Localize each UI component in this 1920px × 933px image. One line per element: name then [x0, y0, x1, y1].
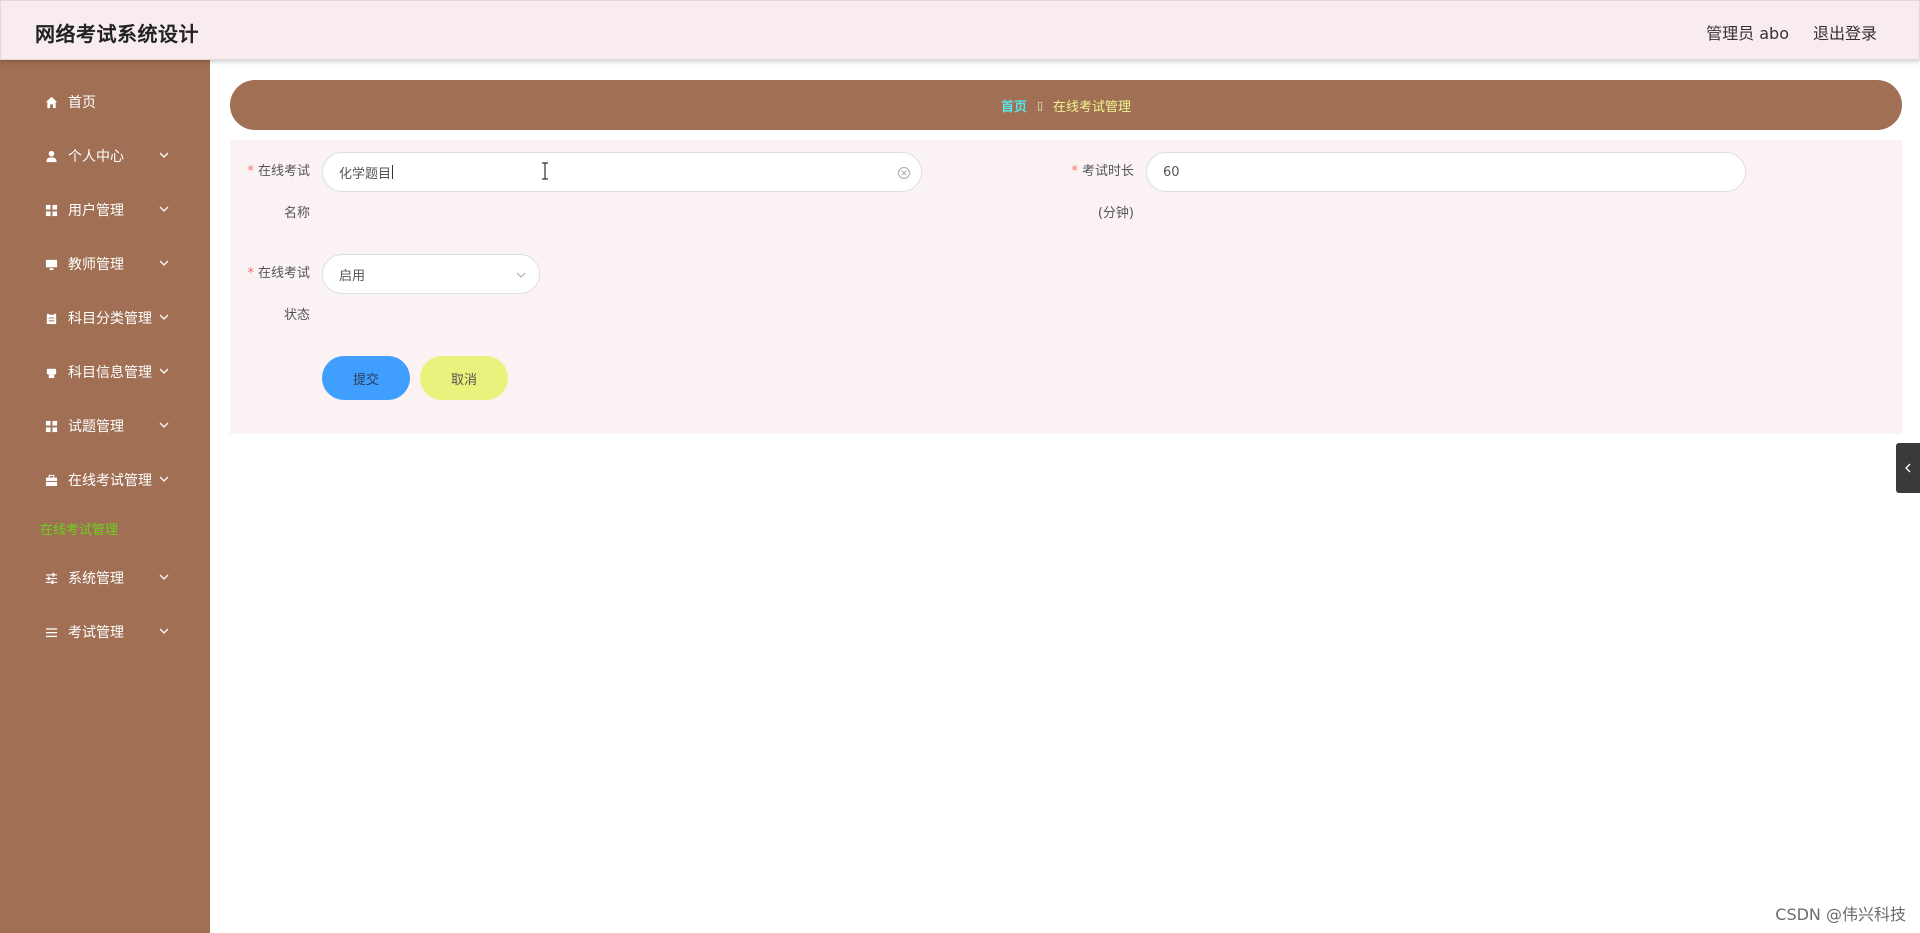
clipboard-icon: [44, 311, 58, 325]
printer-icon: [44, 365, 58, 379]
sidebar-item-personal[interactable]: 个人中心: [0, 136, 210, 176]
chevron-left-icon: [1905, 463, 1911, 473]
chevron-down-icon: [159, 368, 169, 374]
exam-name-value: 化学题目: [339, 166, 392, 182]
submenu-item-online-exam-manage[interactable]: 在线考试管理: [40, 516, 118, 540]
current-user-label: 管理员 abo: [1706, 24, 1789, 43]
sidebar-item-label: 科目分类管理: [68, 311, 152, 327]
sidebar-item-subject-category[interactable]: 科目分类管理: [0, 298, 210, 338]
exam-name-label-cont: 名称: [283, 206, 310, 221]
sidebar-item-teachers[interactable]: 教师管理: [0, 244, 210, 284]
breadcrumb-separator: ▯: [1036, 98, 1044, 112]
watermark: CSDN @伟兴科技: [1775, 905, 1906, 924]
required-mark: *: [247, 164, 254, 179]
collapse-panel-button[interactable]: [1896, 443, 1920, 493]
exam-form: * 在线考试 名称 化学题目 * 考试时长 (分钟) 60 * 在线考试 状态 启用 …: [230, 140, 1902, 434]
monitor-icon: [44, 257, 58, 271]
exam-duration-label: * 考试时长: [1054, 152, 1134, 192]
breadcrumb-home-link[interactable]: 首页: [1001, 96, 1027, 115]
text-caret: [392, 165, 394, 179]
sidebar-item-label: 首页: [68, 95, 96, 111]
breadcrumb-current: 在线考试管理: [1053, 99, 1132, 115]
sidebar-item-label: 科目信息管理: [68, 365, 152, 381]
chevron-down-icon: [159, 260, 169, 266]
user-area: 管理员 abo 退出登录: [1706, 20, 1877, 44]
exam-status-select[interactable]: 启用: [322, 254, 540, 294]
chevron-down-icon: [516, 272, 526, 278]
list-icon: [44, 625, 58, 639]
home-icon: [44, 95, 58, 109]
exam-duration-label-text: 考试时长: [1081, 164, 1134, 179]
submit-button[interactable]: 提交: [322, 356, 410, 400]
grid-icon: [44, 203, 58, 217]
sidebar-item-online-exam[interactable]: 在线考试管理: [0, 460, 210, 500]
exam-status-label: * 在线考试: [230, 254, 310, 294]
chevron-down-icon: [159, 574, 169, 580]
sidebar: 首页 个人中心 用户管理 教师管理 科目分类管理 科目信息管理 试题管理 在线考…: [0, 60, 210, 933]
sidebar-item-system[interactable]: 系统管理: [0, 558, 210, 598]
chevron-down-icon: [159, 476, 169, 482]
exam-name-input[interactable]: 化学题目: [322, 152, 922, 192]
exam-status-label-text: 在线考试: [257, 266, 310, 281]
exam-name-label-text: 在线考试: [257, 164, 310, 179]
chevron-down-icon: [159, 628, 169, 634]
sidebar-item-exams[interactable]: 考试管理: [0, 612, 210, 652]
exam-duration-value: 60: [1163, 164, 1180, 180]
sidebar-item-label: 用户管理: [68, 203, 124, 219]
sidebar-item-label: 试题管理: [68, 419, 124, 435]
app-title: 网络考试系统设计: [35, 22, 199, 46]
chevron-down-icon: [159, 422, 169, 428]
sidebar-item-users[interactable]: 用户管理: [0, 190, 210, 230]
cancel-button[interactable]: 取消: [420, 356, 508, 400]
breadcrumb: 首页 ▯ 在线考试管理: [230, 80, 1902, 130]
grid-icon: [44, 419, 58, 433]
exam-duration-label-cont: (分钟): [1097, 206, 1134, 221]
sidebar-item-questions[interactable]: 试题管理: [0, 406, 210, 446]
sliders-icon: [44, 571, 58, 585]
chevron-down-icon: [159, 314, 169, 320]
sidebar-item-label: 系统管理: [68, 571, 124, 587]
top-header: 网络考试系统设计 管理员 abo 退出登录: [0, 0, 1920, 60]
exam-status-label-cont: 状态: [283, 308, 310, 323]
chevron-down-icon: [159, 206, 169, 212]
exam-name-label: * 在线考试: [230, 152, 310, 192]
briefcase-icon: [44, 473, 58, 487]
sidebar-item-label: 个人中心: [68, 149, 124, 165]
chevron-down-icon: [159, 152, 169, 158]
required-mark: *: [247, 266, 254, 281]
text-cursor-icon: [542, 162, 548, 180]
logout-button[interactable]: 退出登录: [1813, 20, 1877, 44]
required-mark: *: [1071, 164, 1078, 179]
exam-status-value: 启用: [339, 268, 366, 284]
sidebar-item-label: 在线考试管理: [68, 473, 152, 489]
sidebar-item-label: 教师管理: [68, 257, 124, 273]
sidebar-item-home[interactable]: 首页: [0, 82, 210, 122]
app-root: 网络考试系统设计 管理员 abo 退出登录 首页 个人中心 用户管理 教师管理 …: [0, 0, 1920, 933]
exam-duration-input[interactable]: 60: [1146, 152, 1746, 192]
user-icon: [44, 149, 58, 163]
sidebar-item-label: 考试管理: [68, 625, 124, 641]
sidebar-item-subject-info[interactable]: 科目信息管理: [0, 352, 210, 392]
clear-icon[interactable]: [897, 166, 911, 180]
